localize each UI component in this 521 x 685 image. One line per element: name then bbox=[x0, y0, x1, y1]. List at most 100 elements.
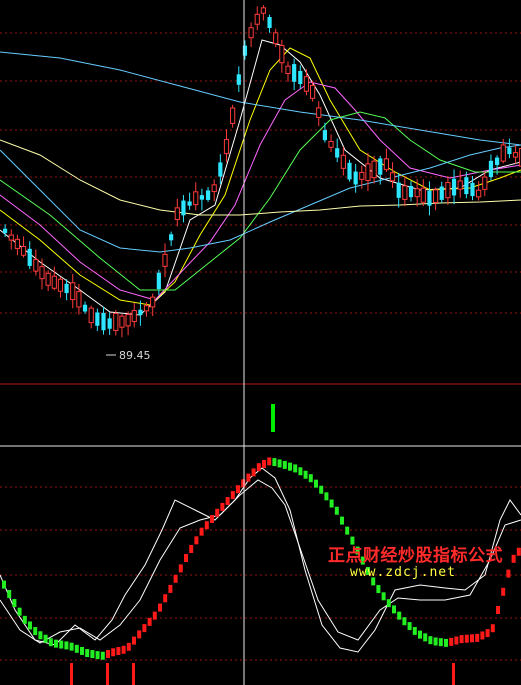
oscillator-step-rising bbox=[490, 624, 495, 633]
oscillator-step-rising bbox=[220, 502, 225, 511]
oscillator-step-rising bbox=[142, 624, 147, 633]
oscillator-step-falling bbox=[319, 485, 324, 494]
candle-down bbox=[451, 178, 457, 196]
oscillator-step-rising bbox=[501, 587, 506, 596]
candle-up bbox=[57, 278, 64, 292]
candle-down bbox=[101, 312, 106, 331]
oscillator-step-falling bbox=[397, 611, 402, 620]
oscillator-step-falling bbox=[298, 467, 303, 476]
oscillator-step-rising bbox=[475, 633, 480, 642]
candle-down bbox=[187, 201, 192, 206]
oscillator-step-rising bbox=[106, 650, 110, 658]
candle-up bbox=[39, 266, 45, 280]
oscillator-step-rising bbox=[480, 631, 485, 640]
candle-up bbox=[8, 234, 14, 241]
oscillator-step-falling bbox=[48, 638, 53, 647]
oscillator-step-rising bbox=[251, 468, 256, 477]
candle-up bbox=[310, 84, 316, 99]
oscillator-step-falling bbox=[376, 585, 381, 594]
oscillator-step-rising bbox=[163, 594, 168, 603]
low-price-label: 89.45 bbox=[119, 349, 151, 362]
oscillator-step-falling bbox=[277, 459, 282, 468]
oscillator-step-falling bbox=[85, 649, 90, 658]
candle-up bbox=[162, 253, 168, 267]
watermark-title: 正点财经炒股指标公式 bbox=[328, 546, 503, 566]
candle-up bbox=[70, 282, 76, 301]
oscillator-step-rising bbox=[262, 460, 266, 468]
oscillator-step-falling bbox=[33, 627, 38, 636]
watermark-url: www.zdcj.net bbox=[350, 565, 456, 580]
oscillator-step-falling bbox=[282, 460, 287, 469]
oscillator-step-falling bbox=[381, 592, 386, 601]
candle-up bbox=[359, 171, 365, 180]
oscillator-step-rising bbox=[126, 642, 131, 651]
candle-up bbox=[389, 172, 396, 182]
oscillator-step-rising bbox=[173, 574, 178, 583]
candle-up bbox=[113, 313, 119, 331]
candle-up bbox=[402, 185, 408, 200]
oscillator-step-falling bbox=[423, 633, 428, 642]
candle-down bbox=[27, 248, 32, 266]
candle-up bbox=[414, 188, 420, 198]
oscillator-step-falling bbox=[17, 607, 22, 616]
oscillator-step-falling bbox=[308, 474, 313, 483]
oscillator-step-falling bbox=[438, 638, 443, 647]
oscillator-step-rising bbox=[485, 629, 490, 638]
candle-up bbox=[371, 160, 377, 179]
candle-up bbox=[316, 107, 322, 118]
candle-up bbox=[88, 307, 94, 324]
candle-up bbox=[14, 238, 20, 249]
oscillator-step-rising bbox=[506, 569, 511, 578]
oscillator-step-rising bbox=[267, 457, 272, 466]
candle-up bbox=[482, 176, 488, 190]
candle-down bbox=[169, 234, 174, 241]
oscillator-step-falling bbox=[428, 636, 433, 645]
oscillator-step-rising bbox=[189, 545, 194, 553]
oscillator-step-rising bbox=[111, 648, 116, 657]
candle-up bbox=[223, 139, 230, 155]
oscillator-step-falling bbox=[12, 599, 17, 607]
oscillator-step-rising bbox=[116, 646, 121, 655]
signal-panel bbox=[271, 404, 275, 432]
candle-down bbox=[470, 182, 475, 197]
oscillator-step-rising bbox=[459, 635, 464, 644]
candle-down bbox=[396, 182, 401, 198]
candle-up bbox=[211, 184, 217, 193]
bottom-signal-bar bbox=[132, 663, 135, 685]
oscillator-step-rising bbox=[236, 485, 240, 494]
bottom-signal-bar bbox=[70, 663, 73, 685]
stock-indicator-chart: 89.45 bbox=[0, 0, 521, 685]
bottom-signal-bar bbox=[452, 663, 455, 685]
candle-up bbox=[143, 305, 150, 312]
oscillator-step-rising bbox=[215, 508, 220, 517]
oscillator-step-falling bbox=[433, 637, 438, 646]
candle-up bbox=[512, 152, 519, 158]
oscillator-step-falling bbox=[340, 516, 344, 525]
oscillator-step-rising bbox=[464, 634, 469, 643]
candle-up bbox=[420, 187, 426, 203]
candle-up bbox=[303, 76, 310, 92]
candle-down bbox=[353, 171, 358, 185]
oscillator-step-rising bbox=[199, 527, 204, 536]
oscillator-step-rising bbox=[184, 554, 188, 562]
oscillator-step-rising bbox=[470, 634, 474, 643]
candle-up bbox=[273, 32, 279, 45]
candle-up bbox=[174, 207, 180, 220]
oscillator-step-falling bbox=[54, 639, 58, 648]
candle-down bbox=[495, 157, 500, 165]
oscillator-step-rising bbox=[496, 606, 500, 614]
oscillator-step-rising bbox=[516, 547, 521, 556]
oscillator-step-falling bbox=[392, 605, 396, 614]
candle-up bbox=[230, 107, 236, 124]
candle-down bbox=[298, 70, 303, 85]
candle-down bbox=[427, 190, 432, 206]
candle-down bbox=[236, 74, 241, 85]
oscillator-step-falling bbox=[100, 651, 105, 660]
candle-up bbox=[254, 13, 260, 25]
oscillator-step-falling bbox=[412, 626, 417, 635]
candle-down bbox=[347, 162, 352, 180]
candle-up bbox=[340, 154, 346, 169]
oscillator-step-rising bbox=[158, 603, 162, 612]
candle-up bbox=[51, 275, 57, 289]
candle-down bbox=[408, 185, 414, 198]
